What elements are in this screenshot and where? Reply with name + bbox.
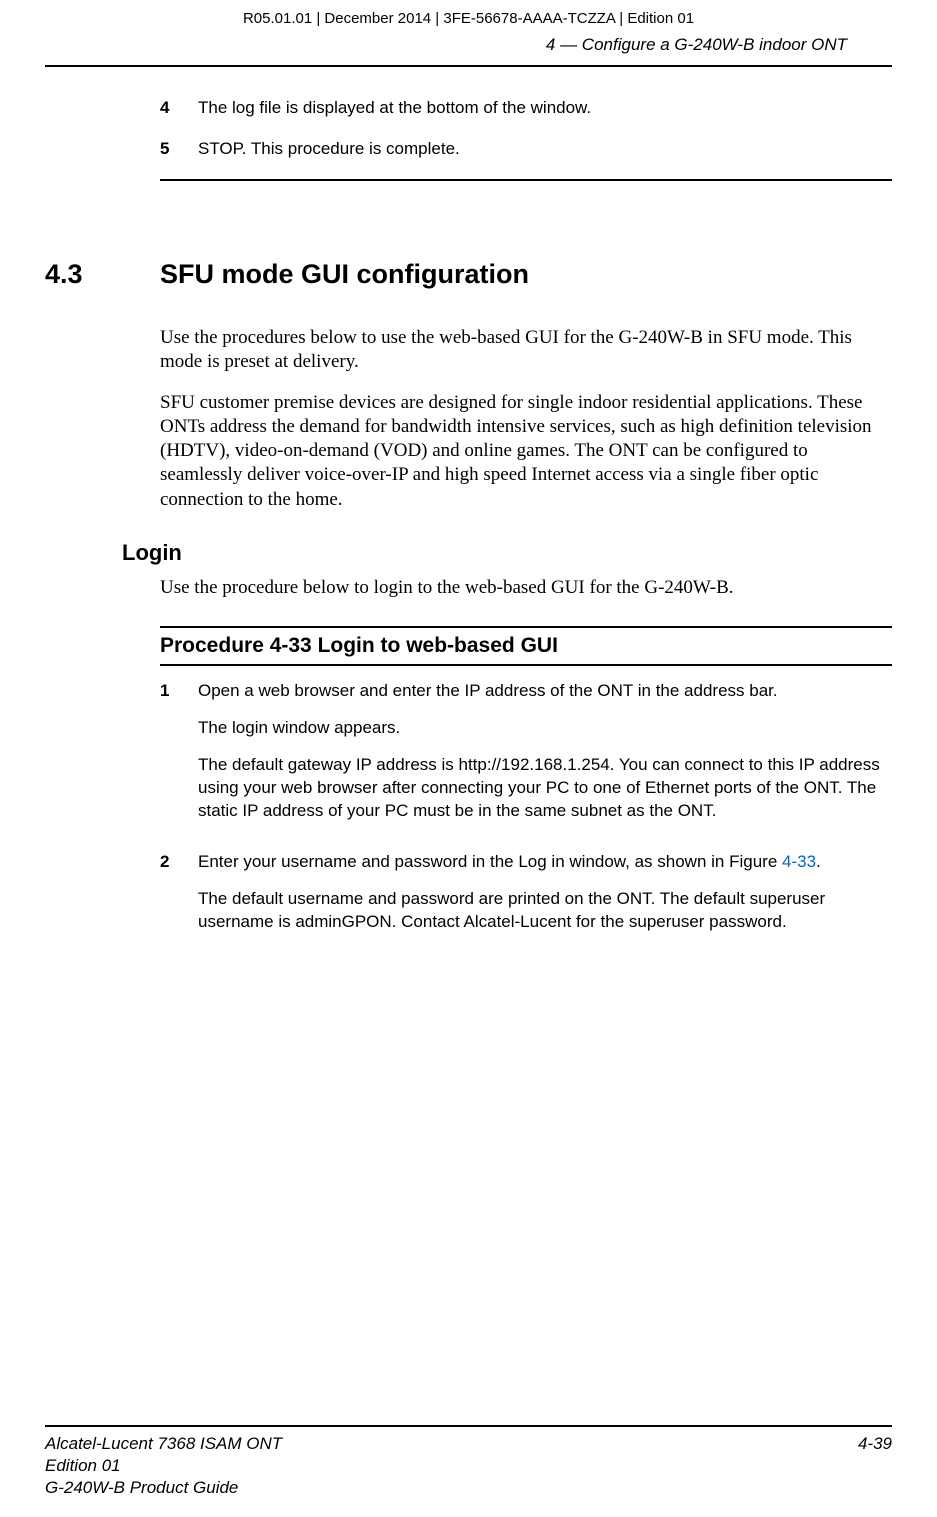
step-text: The default gateway IP address is http:/… bbox=[198, 754, 892, 823]
login-paragraph: Use the procedure below to login to the … bbox=[160, 576, 892, 600]
step-text: The log file is displayed at the bottom … bbox=[198, 97, 892, 120]
footer-rule bbox=[45, 1425, 892, 1427]
step-number: 1 bbox=[160, 680, 198, 837]
section-paragraph-2: SFU customer premise devices are designe… bbox=[160, 391, 892, 513]
procedure-title: Procedure 4-33 Login to web-based GUI bbox=[160, 626, 892, 666]
step-text: Enter your username and password in the … bbox=[198, 851, 892, 874]
figure-xref[interactable]: 4-33 bbox=[782, 852, 816, 871]
step-text-post: . bbox=[816, 852, 821, 871]
procedure-step-1: 1 Open a web browser and enter the IP ad… bbox=[160, 680, 892, 837]
chapter-header: 4 — Configure a G-240W-B indoor ONT bbox=[45, 35, 892, 67]
section-title: SFU mode GUI configuration bbox=[160, 259, 529, 290]
section-heading: 4.3 SFU mode GUI configuration bbox=[45, 259, 892, 290]
step-text: The login window appears. bbox=[198, 717, 892, 740]
step-number: 5 bbox=[160, 138, 198, 161]
step-text: The default username and password are pr… bbox=[198, 888, 892, 934]
previous-step-4: 4 The log file is displayed at the botto… bbox=[160, 97, 892, 120]
page-number: 4-39 bbox=[858, 1433, 892, 1499]
step-text: STOP. This procedure is complete. bbox=[198, 138, 892, 161]
step-text: Open a web browser and enter the IP addr… bbox=[198, 680, 892, 703]
page-footer: Alcatel-Lucent 7368 ISAM ONT Edition 01 … bbox=[0, 1425, 937, 1517]
footer-edition: Edition 01 bbox=[45, 1455, 282, 1477]
section-paragraph-1: Use the procedures below to use the web-… bbox=[160, 326, 892, 375]
doc-header-top: R05.01.01 | December 2014 | 3FE-56678-AA… bbox=[0, 0, 937, 35]
step-number: 2 bbox=[160, 851, 198, 948]
step-text-pre: Enter your username and password in the … bbox=[198, 852, 782, 871]
procedure-step-2: 2 Enter your username and password in th… bbox=[160, 851, 892, 948]
subsection-heading-login: Login bbox=[122, 540, 892, 566]
step-number: 4 bbox=[160, 97, 198, 120]
section-number: 4.3 bbox=[45, 259, 160, 290]
procedure-end-rule bbox=[160, 179, 892, 181]
footer-product: Alcatel-Lucent 7368 ISAM ONT bbox=[45, 1433, 282, 1455]
previous-step-5: 5 STOP. This procedure is complete. bbox=[160, 138, 892, 161]
footer-guide: G-240W-B Product Guide bbox=[45, 1477, 282, 1499]
